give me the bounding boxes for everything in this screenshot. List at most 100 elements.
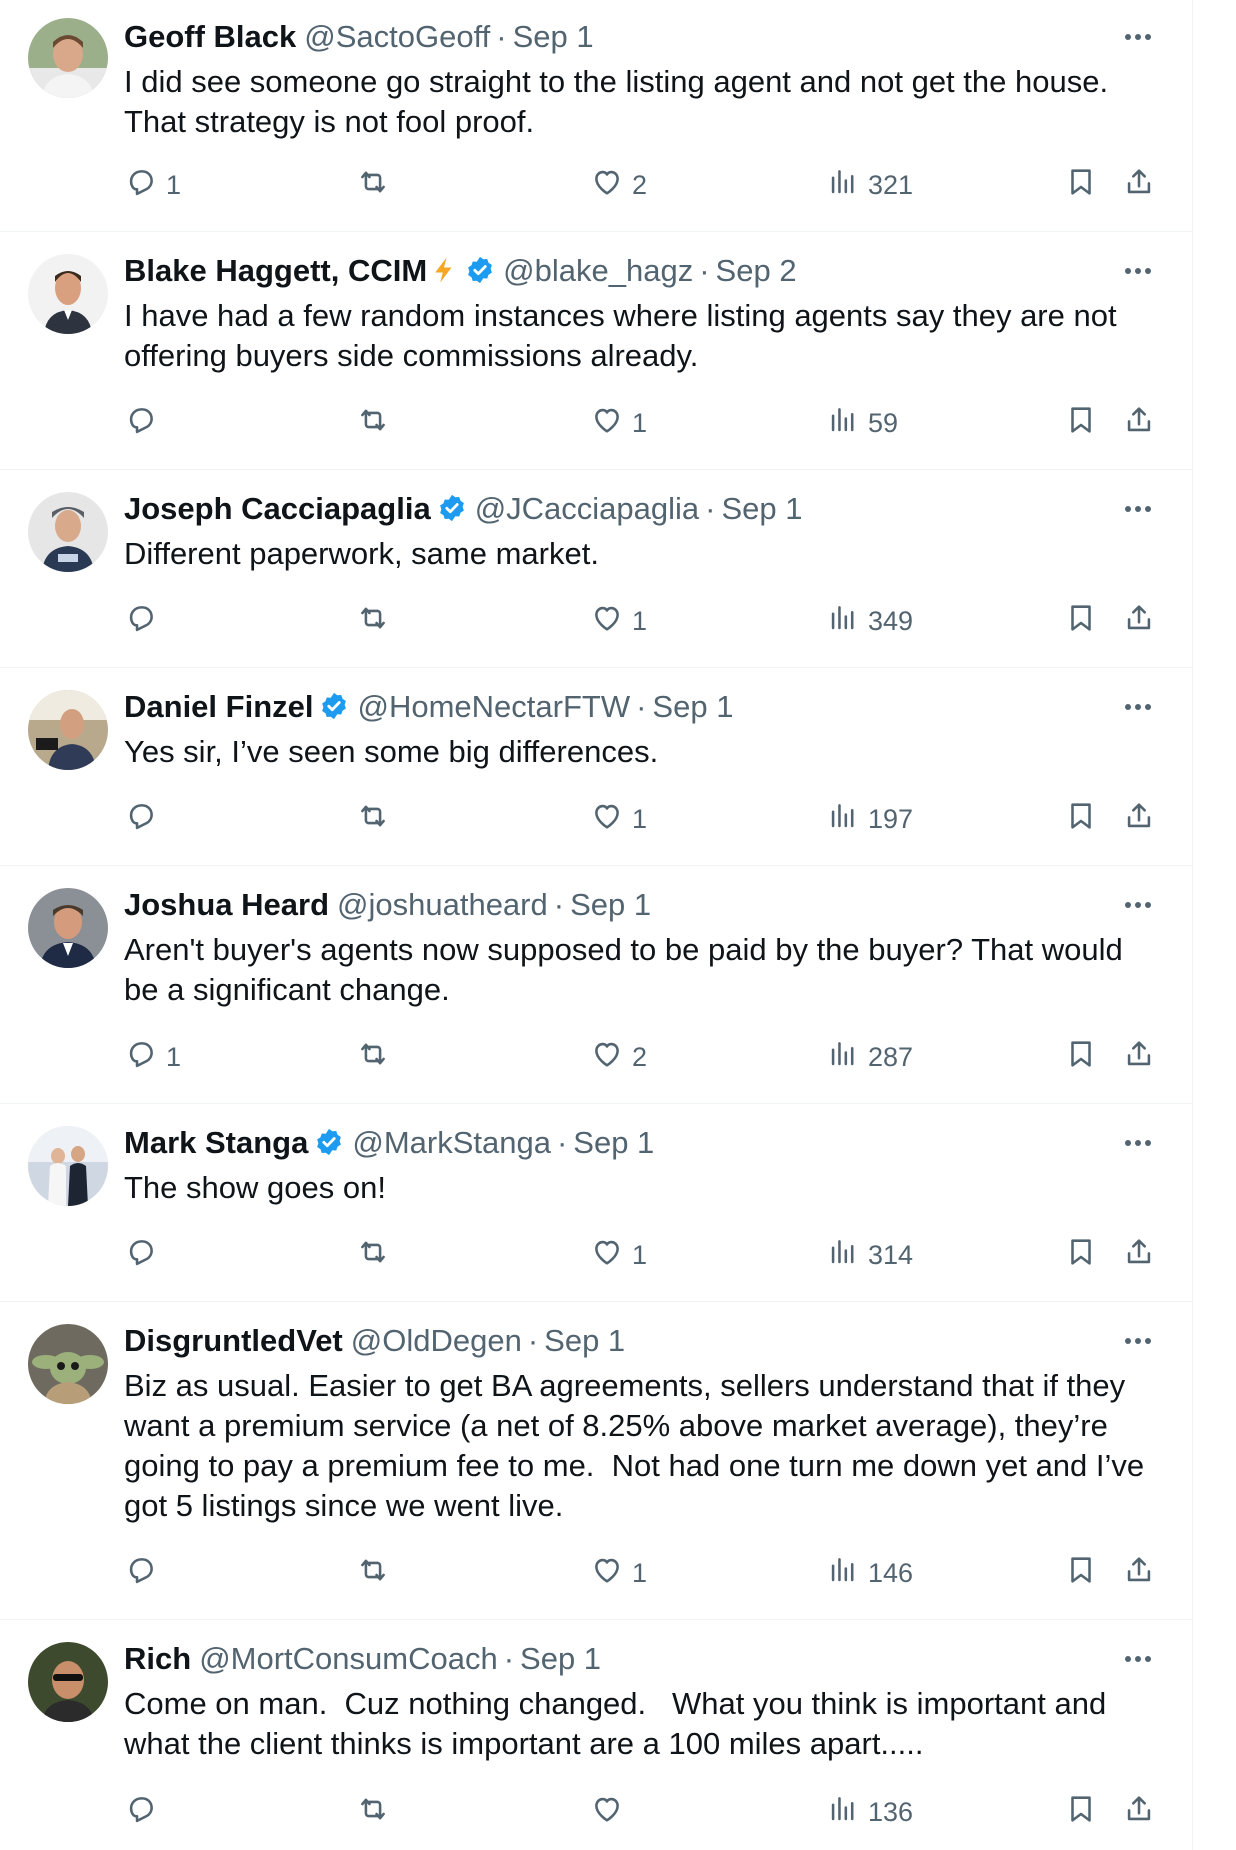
reply-button[interactable] — [124, 601, 166, 641]
more-options-icon[interactable] — [1120, 19, 1156, 55]
like-button[interactable]: 1 — [590, 403, 647, 443]
tweet[interactable]: Mark Stanga @MarkStanga · Sep 1 The show go… — [0, 1104, 1192, 1302]
views-button[interactable]: 136 — [826, 1792, 913, 1832]
tweet-date[interactable]: Sep 1 — [513, 19, 594, 54]
like-button[interactable]: 2 — [590, 165, 647, 205]
avatar[interactable] — [28, 1324, 108, 1404]
views-button[interactable]: 349 — [826, 601, 913, 641]
share-button[interactable] — [1122, 799, 1156, 839]
verified-badge-icon[interactable] — [314, 1127, 344, 1165]
avatar[interactable] — [28, 254, 108, 334]
tweet-date[interactable]: Sep 1 — [570, 887, 651, 922]
author-name[interactable]: Geoff Black — [124, 19, 296, 54]
verified-badge-icon[interactable] — [465, 255, 495, 293]
bookmark-button[interactable] — [1064, 1037, 1098, 1077]
bookmark-button[interactable] — [1064, 799, 1098, 839]
like-button[interactable] — [590, 1792, 632, 1832]
reply-button[interactable] — [124, 799, 166, 839]
more-options-icon[interactable] — [1120, 1125, 1156, 1161]
verified-badge-icon[interactable] — [437, 493, 467, 531]
retweet-button[interactable] — [356, 1037, 398, 1077]
share-button[interactable] — [1122, 1792, 1156, 1832]
share-button[interactable] — [1122, 601, 1156, 641]
views-button[interactable]: 314 — [826, 1235, 913, 1275]
avatar[interactable] — [28, 492, 108, 572]
tweet[interactable]: Blake Haggett, CCIM @blake_hagz · Sep 2 I h… — [0, 232, 1192, 470]
share-button[interactable] — [1122, 165, 1156, 205]
avatar[interactable] — [28, 888, 108, 968]
retweet-button[interactable] — [356, 601, 398, 641]
author-handle[interactable]: @joshuatheard — [337, 887, 548, 922]
bookmark-button[interactable] — [1064, 165, 1098, 205]
author-handle[interactable]: @OldDegen — [351, 1323, 522, 1358]
views-button[interactable]: 321 — [826, 165, 913, 205]
retweet-button[interactable] — [356, 403, 398, 443]
reply-button[interactable]: 1 — [124, 165, 181, 205]
retweet-button[interactable] — [356, 1553, 398, 1593]
retweet-button[interactable] — [356, 799, 398, 839]
retweet-button[interactable] — [356, 1792, 398, 1832]
author-name[interactable]: Joseph Cacciapaglia — [124, 491, 431, 526]
avatar[interactable] — [28, 1642, 108, 1722]
tweet[interactable]: DisgruntledVet @OldDegen · Sep 1 Biz as usu… — [0, 1302, 1192, 1620]
bookmark-button[interactable] — [1064, 601, 1098, 641]
bookmark-button[interactable] — [1064, 403, 1098, 443]
author-handle[interactable]: @blake_hagz — [503, 253, 693, 288]
author-handle[interactable]: @SactoGeoff — [304, 19, 490, 54]
author-handle[interactable]: @MarkStanga — [352, 1125, 551, 1160]
retweet-button[interactable] — [356, 165, 398, 205]
tweet[interactable]: Geoff Black @SactoGeoff · Sep 1 I did see s… — [0, 0, 1192, 232]
more-options-icon[interactable] — [1120, 689, 1156, 725]
reply-button[interactable] — [124, 403, 166, 443]
tweet-date[interactable]: Sep 1 — [573, 1125, 654, 1160]
tweet-date[interactable]: Sep 1 — [520, 1641, 601, 1676]
bookmark-button[interactable] — [1064, 1792, 1098, 1832]
like-button[interactable]: 1 — [590, 1235, 647, 1275]
avatar[interactable] — [28, 690, 108, 770]
bookmark-button[interactable] — [1064, 1553, 1098, 1593]
retweet-button[interactable] — [356, 1235, 398, 1275]
author-handle[interactable]: @JCacciapaglia — [475, 491, 699, 526]
reply-button[interactable] — [124, 1553, 166, 1593]
views-button[interactable]: 197 — [826, 799, 913, 839]
views-button[interactable]: 146 — [826, 1553, 913, 1593]
author-handle[interactable]: @HomeNectarFTW — [357, 689, 630, 724]
author-handle[interactable]: @MortConsumCoach — [199, 1641, 498, 1676]
author-name[interactable]: DisgruntledVet — [124, 1323, 343, 1358]
avatar[interactable] — [28, 18, 108, 98]
verified-badge-icon[interactable] — [319, 691, 349, 729]
like-button[interactable]: 1 — [590, 1553, 647, 1593]
reply-button[interactable]: 1 — [124, 1037, 181, 1077]
more-options-icon[interactable] — [1120, 491, 1156, 527]
share-button[interactable] — [1122, 1037, 1156, 1077]
share-button[interactable] — [1122, 403, 1156, 443]
more-options-icon[interactable] — [1120, 253, 1156, 289]
author-name[interactable]: Joshua Heard — [124, 887, 329, 922]
more-options-icon[interactable] — [1120, 887, 1156, 923]
reply-button[interactable] — [124, 1792, 166, 1832]
tweet-date[interactable]: Sep 1 — [721, 491, 802, 526]
tweet[interactable]: Daniel Finzel @HomeNectarFTW · Sep 1 Yes si… — [0, 668, 1192, 866]
author-name[interactable]: Blake Haggett, CCIM — [124, 253, 427, 288]
share-button[interactable] — [1122, 1553, 1156, 1593]
reply-button[interactable] — [124, 1235, 166, 1275]
like-button[interactable]: 2 — [590, 1037, 647, 1077]
tweet-date[interactable]: Sep 2 — [716, 253, 797, 288]
share-button[interactable] — [1122, 1235, 1156, 1275]
more-options-icon[interactable] — [1120, 1641, 1156, 1677]
tweet[interactable]: Joseph Cacciapaglia @JCacciapaglia · Sep 1 … — [0, 470, 1192, 668]
tweet[interactable]: Rich @MortConsumCoach · Sep 1 Come on man. … — [0, 1620, 1192, 1850]
like-button[interactable]: 1 — [590, 799, 647, 839]
bookmark-button[interactable] — [1064, 1235, 1098, 1275]
tweet-date[interactable]: Sep 1 — [652, 689, 733, 724]
views-button[interactable]: 59 — [826, 403, 898, 443]
author-name[interactable]: Mark Stanga — [124, 1125, 308, 1160]
tweet[interactable]: Joshua Heard @joshuatheard · Sep 1 Aren't b… — [0, 866, 1192, 1104]
like-button[interactable]: 1 — [590, 601, 647, 641]
tweet-date[interactable]: Sep 1 — [544, 1323, 625, 1358]
more-options-icon[interactable] — [1120, 1323, 1156, 1359]
views-button[interactable]: 287 — [826, 1037, 913, 1077]
avatar[interactable] — [28, 1126, 108, 1206]
author-name[interactable]: Daniel Finzel — [124, 689, 313, 724]
author-name[interactable]: Rich — [124, 1641, 191, 1676]
